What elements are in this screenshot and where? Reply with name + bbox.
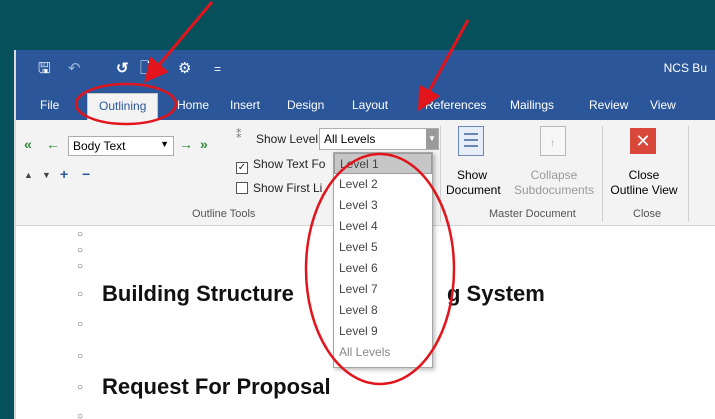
show-level-value: All Levels bbox=[324, 132, 376, 146]
close-group-label: Close bbox=[633, 208, 662, 220]
outline-level-value: Body Text bbox=[73, 139, 126, 153]
show-level-select[interactable]: All Levels ▼ bbox=[319, 128, 439, 150]
checkbox-unchecked-icon bbox=[236, 182, 248, 194]
outline-bullet[interactable]: ○ bbox=[77, 245, 83, 256]
close-icon[interactable]: ✕ bbox=[630, 128, 656, 154]
document-title: NCS Bu bbox=[663, 61, 707, 75]
outline-bullet[interactable]: ○ bbox=[77, 351, 83, 362]
dropdown-item-level-7[interactable]: Level 7 bbox=[334, 279, 432, 300]
redo-icon[interactable]: ↺ bbox=[116, 60, 129, 78]
promote-icon[interactable]: ← bbox=[46, 136, 60, 152]
outline-bullet[interactable]: ○ bbox=[77, 261, 83, 272]
ribbon-separator bbox=[688, 126, 689, 222]
show-document-button[interactable]: Show Document bbox=[446, 168, 501, 198]
collapse-line1: Collapse bbox=[530, 168, 578, 182]
collapse-subdocuments-button[interactable]: Collapse Subdocuments bbox=[510, 168, 598, 198]
tab-view[interactable]: View bbox=[650, 98, 676, 112]
close-outline-view-button[interactable]: Close Outline View bbox=[606, 168, 682, 198]
move-down-icon[interactable]: ▼ bbox=[42, 170, 51, 180]
dropdown-item-level-6[interactable]: Level 6 bbox=[334, 258, 432, 279]
tab-review[interactable]: Review bbox=[589, 98, 628, 112]
undo-icon[interactable]: ↶ bbox=[68, 60, 81, 78]
tab-file[interactable]: File bbox=[40, 98, 59, 112]
outline-bullet[interactable]: ○ bbox=[77, 289, 83, 300]
dropdown-item-level-5[interactable]: Level 5 bbox=[334, 237, 432, 258]
word-window: 🖫 ↶ ↺ 🗋 ⚙ = NCS Bu File Outlining Home I… bbox=[14, 50, 715, 419]
show-level-label: Show Level bbox=[256, 132, 319, 146]
outline-bullet[interactable]: ○ bbox=[77, 229, 83, 240]
demote-to-body-text-icon[interactable]: » bbox=[200, 136, 208, 152]
dropdown-item-level-1[interactable]: Level 1 bbox=[334, 153, 432, 174]
collapse-icon[interactable]: − bbox=[82, 166, 90, 182]
outline-tools-group-label: Outline Tools bbox=[192, 208, 256, 220]
tab-home[interactable]: Home bbox=[177, 98, 209, 112]
move-up-icon[interactable]: ▲ bbox=[24, 170, 33, 180]
show-text-formatting-label: Show Text Fo bbox=[253, 157, 326, 171]
collapse-line2: Subdocuments bbox=[513, 183, 595, 197]
show-level-dropdown-list: Level 1 Level 2 Level 3 Level 4 Level 5 … bbox=[333, 152, 433, 368]
dropdown-item-level-4[interactable]: Level 4 bbox=[334, 216, 432, 237]
show-document-line2: Document bbox=[446, 183, 501, 197]
tab-outlining[interactable]: Outlining bbox=[87, 93, 159, 120]
dropdown-arrow-icon[interactable]: ▼ bbox=[426, 129, 438, 149]
close-line2: Outline View bbox=[610, 183, 678, 197]
tab-references[interactable]: References bbox=[425, 98, 486, 112]
show-first-line-checkbox[interactable]: Show First Li bbox=[236, 181, 322, 195]
heading-building-structure[interactable]: Building Structure bbox=[102, 281, 294, 307]
master-document-group-label: Master Document bbox=[489, 208, 576, 220]
ribbon-separator bbox=[602, 126, 603, 222]
outline-bullet[interactable]: ○ bbox=[77, 411, 83, 419]
ribbon-tabs: File Outlining Home Insert Design Layout… bbox=[16, 90, 715, 120]
show-text-formatting-checkbox[interactable]: ✓ Show Text Fo bbox=[236, 157, 325, 174]
promote-to-heading1-icon[interactable]: « bbox=[24, 136, 32, 152]
dropdown-item-level-9[interactable]: Level 9 bbox=[334, 321, 432, 342]
ribbon-separator bbox=[440, 126, 441, 222]
tab-design[interactable]: Design bbox=[287, 98, 324, 112]
dropdown-item-all-levels[interactable]: All Levels bbox=[334, 342, 432, 363]
dropdown-item-level-3[interactable]: Level 3 bbox=[334, 195, 432, 216]
more-icon[interactable]: = bbox=[214, 60, 221, 78]
chevron-down-icon: ▼ bbox=[160, 139, 169, 149]
title-bar: 🖫 ↶ ↺ 🗋 ⚙ = NCS Bu bbox=[16, 50, 715, 90]
outline-level-select[interactable]: Body Text ▼ bbox=[68, 136, 174, 156]
heading-request-for-proposal[interactable]: Request For Proposal bbox=[102, 374, 331, 400]
show-document-line1: Show bbox=[456, 168, 488, 182]
show-first-line-label: Show First Li bbox=[253, 181, 323, 195]
collapse-subdocuments-icon[interactable]: ↑ bbox=[540, 126, 566, 156]
tab-layout[interactable]: Layout bbox=[352, 98, 388, 112]
show-level-icon: ⁑ bbox=[236, 129, 242, 141]
dropdown-item-level-2[interactable]: Level 2 bbox=[334, 174, 432, 195]
tab-mailings[interactable]: Mailings bbox=[510, 98, 554, 112]
outline-bullet[interactable]: ○ bbox=[77, 382, 83, 393]
customize-icon[interactable]: ⚙ bbox=[178, 60, 191, 78]
outline-bullet[interactable]: ○ bbox=[77, 319, 83, 330]
heading-building-structure-tail[interactable]: g System bbox=[447, 281, 545, 307]
print-preview-icon[interactable]: 🗋 bbox=[140, 60, 152, 78]
dropdown-item-level-8[interactable]: Level 8 bbox=[334, 300, 432, 321]
save-icon[interactable]: 🖫 bbox=[38, 60, 51, 78]
close-line1: Close bbox=[628, 168, 660, 182]
checkbox-checked-icon: ✓ bbox=[236, 162, 248, 174]
show-document-icon[interactable] bbox=[458, 126, 484, 156]
demote-icon[interactable]: → bbox=[179, 136, 193, 152]
expand-icon[interactable]: + bbox=[60, 166, 68, 182]
tab-insert[interactable]: Insert bbox=[230, 98, 260, 112]
